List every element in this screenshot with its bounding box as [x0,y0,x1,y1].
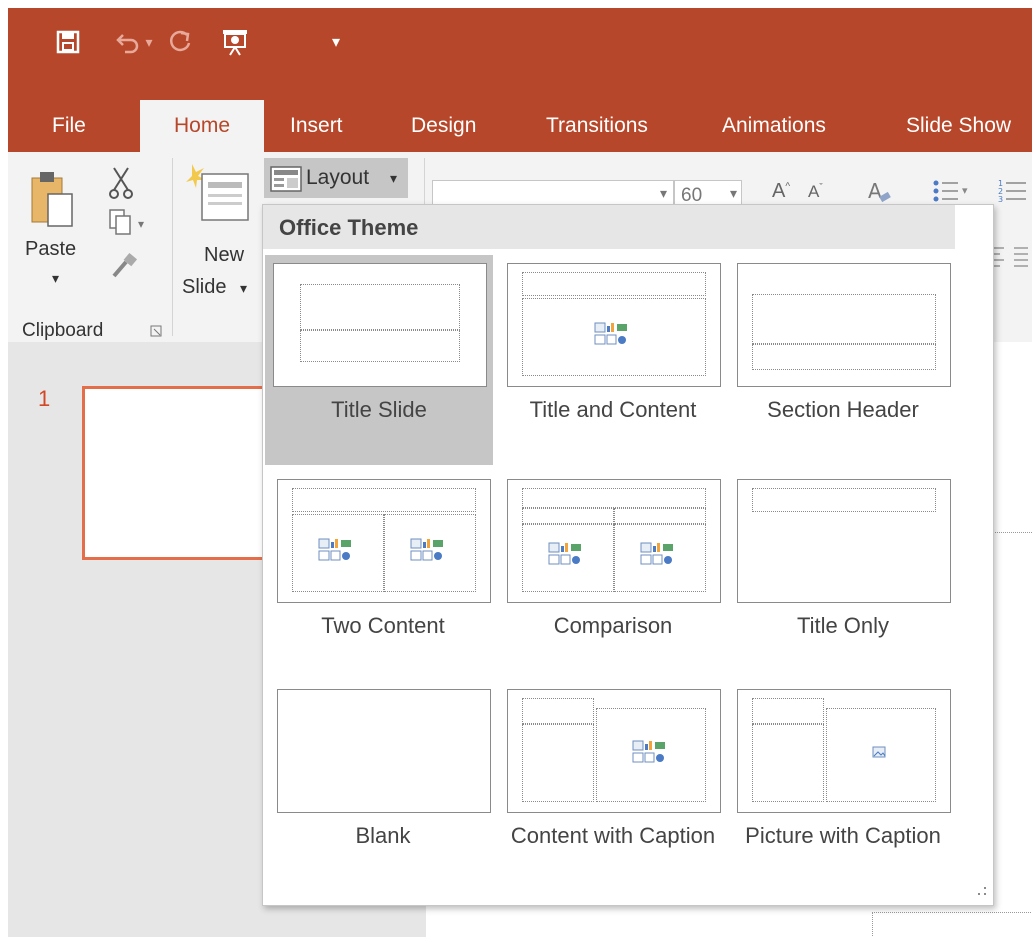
group-separator [172,158,173,336]
layout-label: Section Header [767,397,919,422]
layout-dropdown-icon: ▾ [390,170,398,186]
tab-transitions[interactable]: Transitions [546,100,648,152]
layout-thumbnail [507,689,721,813]
font-name-dropdown-icon[interactable]: ▾ [660,185,667,202]
layout-picture-with-caption[interactable]: Picture with Caption [729,681,957,891]
layout-label: Title Slide [331,397,427,422]
title-bar: ▾ ▾ [8,8,1032,90]
layout-button[interactable]: Layout ▾ [264,158,408,198]
svg-text:▾: ▾ [138,217,144,231]
slide-placeholder-border [872,912,1032,937]
layout-label: Two Content [321,613,445,638]
layout-label: Title and Content [529,397,697,422]
content-icons-icon [594,322,627,345]
clipboard-launcher-icon[interactable] [150,324,162,342]
layout-title-only[interactable]: Title Only [729,471,957,681]
layout-thumbnail [273,263,487,387]
layout-thumbnail [737,689,951,813]
font-size-dropdown-icon[interactable]: ▾ [730,185,737,202]
numbering-icon[interactable]: 123 [998,178,1028,209]
start-from-beginning-icon[interactable] [218,26,252,58]
layout-title-and-content[interactable]: Title and Content [499,255,727,465]
layout-thumbnail [277,689,491,813]
format-painter-icon[interactable] [110,252,138,285]
content-icons-icon [548,542,581,565]
svg-text:▾: ▾ [962,184,968,197]
content-icons-icon [632,740,665,763]
content-icons-icon [640,542,673,565]
new-slide-label-line2[interactable]: Slide [182,276,226,299]
tab-file[interactable]: File [52,100,102,152]
gallery-section-header: Office Theme [263,205,955,249]
customize-qat-icon[interactable]: ▾ [322,26,350,58]
layout-thumbnail [737,263,951,387]
layout-label: Layout [306,166,370,189]
clipboard-group-label: Clipboard [22,320,104,341]
layout-blank[interactable]: Blank [269,681,497,891]
align-icon[interactable] [988,244,1032,275]
layout-label: Comparison [553,613,673,638]
layout-thumbnail [277,479,491,603]
save-icon[interactable] [54,26,82,58]
layout-content-with-caption[interactable]: Content with Caption [499,681,727,891]
svg-text:A: A [868,179,882,203]
picture-icon [872,746,886,758]
powerpoint-window: ▾ ▾ File Home Insert Design Transitions … [8,8,1032,937]
undo-dropdown-icon[interactable]: ▾ [142,26,156,58]
layout-gallery-dropdown: Office Theme Title Slide Title and Conte… [262,204,994,906]
paste-icon[interactable] [30,170,74,233]
cut-icon[interactable] [108,166,134,205]
paste-label[interactable]: Paste [25,238,76,261]
layout-label: Content with Caption [510,823,716,848]
new-slide-icon[interactable] [184,162,252,231]
layout-thumbnail [507,479,721,603]
redo-icon[interactable] [166,26,194,58]
copy-icon[interactable]: ▾ [108,208,148,241]
content-icons-icon [318,538,351,561]
tab-animations[interactable]: Animations [722,100,826,152]
increase-font-size-icon[interactable]: A^ [772,180,790,203]
layout-label: Picture with Caption [745,823,941,848]
new-slide-dropdown-icon[interactable]: ▾ [240,280,247,297]
new-slide-label-line1[interactable]: New [204,244,244,267]
layout-label: Blank [355,823,411,848]
layout-thumbnail [737,479,951,603]
undo-icon[interactable] [114,26,142,58]
layout-label: Title Only [796,613,890,638]
tab-insert[interactable]: Insert [290,100,343,152]
layout-title-slide[interactable]: Title Slide [265,255,493,465]
decrease-font-size-icon[interactable]: Aˇ [808,182,823,202]
paste-dropdown-icon[interactable]: ▾ [52,270,59,287]
resize-grip-icon[interactable] [977,883,987,899]
tab-home[interactable]: Home [140,100,264,152]
tab-design[interactable]: Design [411,100,476,152]
layout-section-header[interactable]: Section Header [729,255,957,465]
ribbon-tabs: File Home Insert Design Transitions Anim… [8,90,1032,152]
layout-thumbnail [507,263,721,387]
tab-slide-show[interactable]: Slide Show [906,100,1011,152]
content-icons-icon [410,538,443,561]
layout-two-content[interactable]: Two Content [269,471,497,681]
gallery-section-title: Office Theme [279,215,419,240]
svg-text:3: 3 [998,195,1003,204]
layout-comparison[interactable]: Comparison [499,471,727,681]
slide-number: 1 [38,386,51,411]
